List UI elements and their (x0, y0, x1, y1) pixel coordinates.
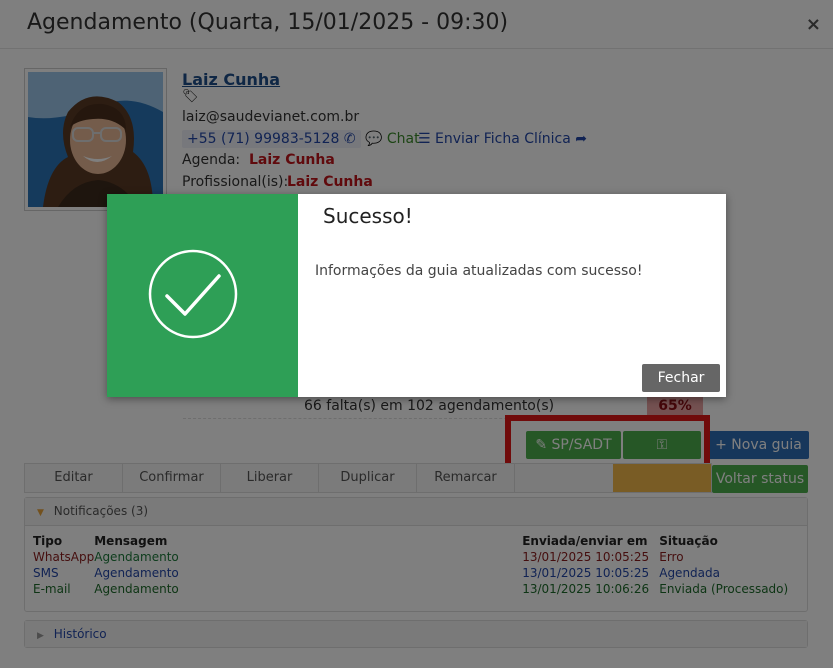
success-message: Informações da guia atualizadas com suce… (315, 263, 643, 279)
success-dialog: Sucesso! Informações da guia atualizadas… (107, 194, 726, 397)
checkmark-circle-icon (148, 249, 238, 339)
success-icon-panel (107, 194, 298, 397)
success-title: Sucesso! (323, 204, 413, 228)
fechar-button[interactable]: Fechar (642, 364, 720, 392)
